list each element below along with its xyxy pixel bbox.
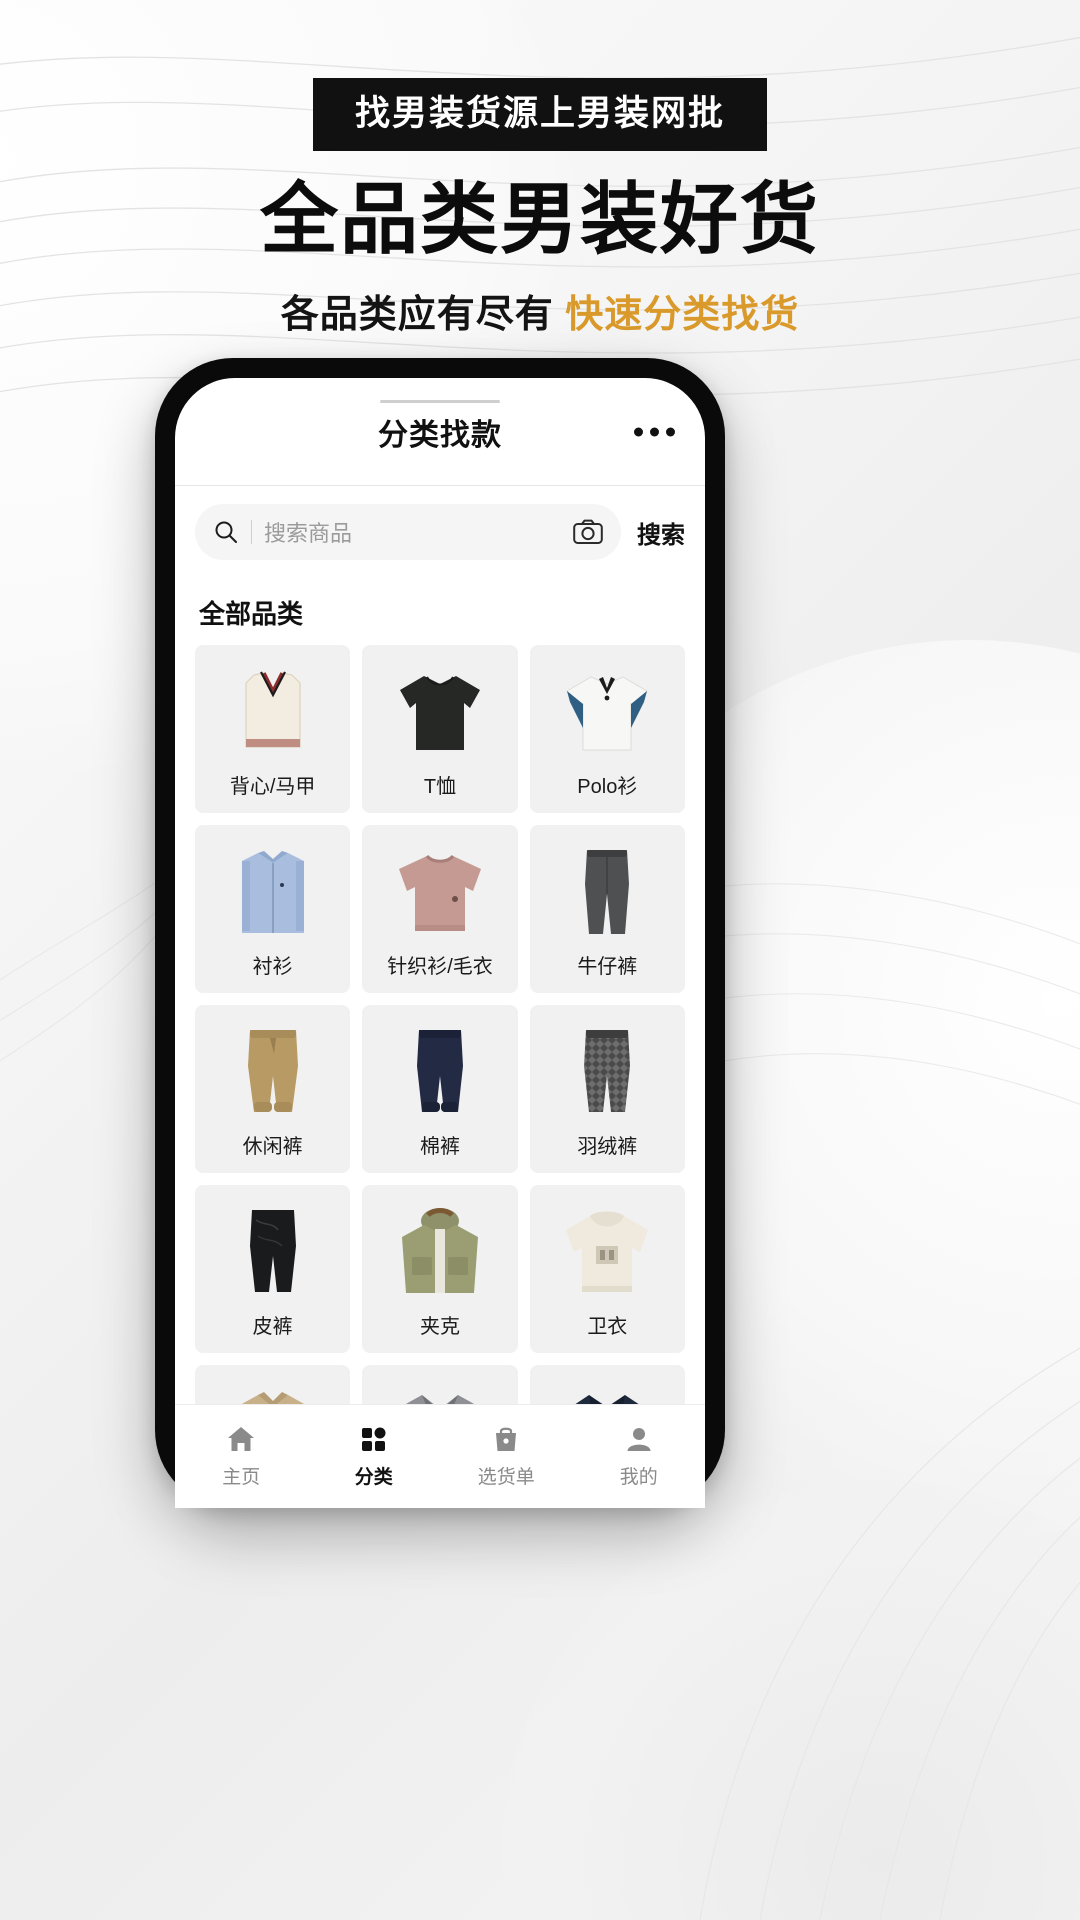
search-box[interactable]: 搜索商品 — [195, 504, 621, 560]
category-card[interactable] — [362, 1365, 518, 1404]
category-content[interactable]: 全部品类 背心/马甲 T恤 Polo衫 衬衫 针织衫/毛衣 牛仔裤 休闲裤 棉裤… — [175, 578, 705, 1404]
dress-shirt-icon — [195, 837, 350, 949]
jacket-icon — [362, 1197, 517, 1309]
category-label: T恤 — [423, 776, 457, 798]
polo-shirt-icon — [530, 657, 685, 769]
app-header: 分类找款 — [175, 378, 705, 486]
cotton-pants-icon — [362, 1017, 517, 1129]
category-label: 羽绒裤 — [577, 1136, 638, 1158]
category-card[interactable]: 夹克 — [362, 1185, 518, 1353]
category-card[interactable] — [195, 1365, 351, 1404]
trench-coat-icon — [195, 1377, 350, 1404]
sweater-icon — [362, 837, 517, 949]
tab-home[interactable]: 主页 — [175, 1424, 308, 1489]
search-input[interactable]: 搜索商品 — [264, 516, 561, 548]
category-card[interactable]: 棉裤 — [362, 1005, 518, 1173]
tab-profile[interactable]: 我的 — [573, 1424, 706, 1489]
category-grid: 背心/马甲 T恤 Polo衫 衬衫 针织衫/毛衣 牛仔裤 休闲裤 棉裤 羽绒裤 … — [195, 645, 685, 1404]
tab-label: 分类 — [354, 1467, 393, 1488]
category-label: 针织衫/毛衣 — [387, 956, 493, 978]
section-title: 全部品类 — [199, 599, 304, 629]
search-row: 搜索商品 搜索 — [175, 486, 705, 578]
hero-ribbon: 找男装货源上男装网批 — [312, 78, 767, 151]
category-card[interactable]: 皮裤 — [195, 1185, 351, 1353]
category-label: 背心/马甲 — [229, 776, 316, 798]
person-icon — [625, 1424, 653, 1454]
category-card[interactable]: 休闲裤 — [195, 1005, 351, 1173]
search-divider — [251, 520, 252, 544]
tshirt-icon — [362, 657, 517, 769]
jeans-icon — [530, 837, 685, 949]
category-label: 皮裤 — [252, 1316, 293, 1338]
category-card[interactable]: 牛仔裤 — [529, 825, 685, 993]
category-label: 棉裤 — [419, 1136, 460, 1158]
category-label: 卫衣 — [587, 1316, 628, 1338]
category-label: 休闲裤 — [242, 1136, 303, 1158]
search-icon — [213, 519, 239, 545]
hero-subtitle: 各品类应有尽有 快速分类找货 — [0, 283, 1080, 338]
hero-title: 全品类男装好货 — [259, 175, 820, 263]
coat-icon — [530, 1377, 685, 1404]
more-horizontal-icon[interactable] — [634, 427, 675, 436]
category-label: 衬衫 — [252, 956, 293, 978]
bottom-tab-bar: 主页 分类 选货单 我的 — [175, 1404, 705, 1508]
camera-icon[interactable] — [573, 519, 603, 545]
hero-subtitle-highlight: 快速分类找货 — [565, 293, 800, 336]
home-icon — [226, 1424, 256, 1454]
category-card[interactable] — [529, 1365, 685, 1404]
vest-icon — [195, 657, 350, 769]
hoodie-icon — [530, 1197, 685, 1309]
hero-section: 找男装货源上男装网批 全品类男装好货 各品类应有尽有 快速分类找货 — [0, 0, 1080, 338]
category-card[interactable]: 卫衣 — [529, 1185, 685, 1353]
phone-screen: 分类找款 搜索商品 搜索 全部品类 背心/马甲 T恤 Polo衫 衬衫 针织衫/… — [175, 378, 705, 1508]
category-card[interactable]: 羽绒裤 — [529, 1005, 685, 1173]
suit-icon — [362, 1377, 517, 1404]
bag-icon — [492, 1424, 520, 1454]
category-card[interactable]: 背心/马甲 — [195, 645, 351, 813]
down-pants-icon — [530, 1017, 685, 1129]
tab-label: 选货单 — [477, 1467, 535, 1488]
tab-label: 我的 — [619, 1467, 658, 1488]
tab-label: 主页 — [222, 1467, 261, 1488]
search-button[interactable]: 搜索 — [637, 515, 685, 550]
leather-pants-icon — [195, 1197, 350, 1309]
phone-mockup: 分类找款 搜索商品 搜索 全部品类 背心/马甲 T恤 Polo衫 衬衫 针织衫/… — [155, 358, 725, 1508]
category-card[interactable]: T恤 — [362, 645, 518, 813]
casual-pants-icon — [195, 1017, 350, 1129]
tab-category[interactable]: 分类 — [308, 1424, 441, 1489]
category-card[interactable]: Polo衫 — [529, 645, 685, 813]
category-label: 牛仔裤 — [577, 956, 638, 978]
category-card[interactable]: 衬衫 — [195, 825, 351, 993]
page-title: 分类找款 — [378, 418, 502, 452]
category-card[interactable]: 针织衫/毛衣 — [362, 825, 518, 993]
hero-subtitle-plain: 各品类应有尽有 — [280, 293, 554, 336]
tab-selection-list[interactable]: 选货单 — [440, 1424, 573, 1489]
category-label: Polo衫 — [577, 776, 638, 798]
grid-icon — [359, 1424, 389, 1454]
category-label: 夹克 — [419, 1316, 460, 1338]
